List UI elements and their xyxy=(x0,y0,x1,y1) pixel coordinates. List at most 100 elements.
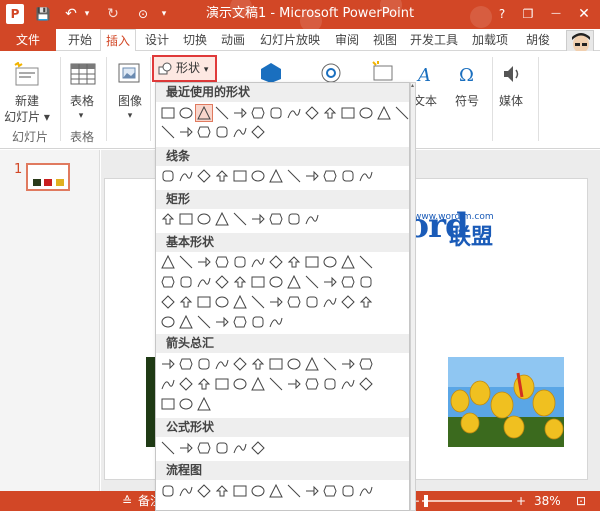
zoom-slider-thumb[interactable] xyxy=(424,495,428,507)
shape-item-rectangles[interactable] xyxy=(232,211,248,227)
shape-item-recent[interactable] xyxy=(195,104,213,122)
shape-item-equation[interactable] xyxy=(160,440,176,456)
shape-item-equation[interactable] xyxy=(214,440,230,456)
shape-item-basic[interactable] xyxy=(340,254,356,270)
image-dropdown-icon[interactable]: ▾ xyxy=(125,108,135,124)
shape-item-arrows[interactable] xyxy=(160,396,176,412)
shape-item-arrows[interactable] xyxy=(340,356,356,372)
shape-item-basic[interactable] xyxy=(196,294,212,310)
tab-slideshow[interactable]: 幻灯片放映 xyxy=(254,29,326,51)
shape-item-recent[interactable] xyxy=(214,105,230,121)
shape-item-lines[interactable] xyxy=(178,168,194,184)
tab-developer[interactable]: 开发工具 xyxy=(406,29,462,51)
shape-item-basic[interactable] xyxy=(160,274,176,290)
shape-item-rectangles[interactable] xyxy=(214,211,230,227)
shape-item-lines[interactable] xyxy=(358,168,374,184)
media-button[interactable]: 媒体 xyxy=(494,93,528,109)
shape-item-basic[interactable] xyxy=(196,314,212,330)
shape-item-recent[interactable] xyxy=(250,105,266,121)
shape-item-recent[interactable] xyxy=(304,105,320,121)
shape-item-recent[interactable] xyxy=(376,105,392,121)
help-button[interactable]: ? xyxy=(488,3,516,25)
tab-home[interactable]: 开始 xyxy=(62,29,98,51)
shape-item-arrows[interactable] xyxy=(196,376,212,392)
shape-item-rectangles[interactable] xyxy=(286,211,302,227)
shape-item-equation[interactable] xyxy=(250,440,266,456)
zoom-level[interactable]: 38% xyxy=(534,491,561,511)
shape-item-recent[interactable] xyxy=(394,105,410,121)
text-icon[interactable]: A xyxy=(413,62,437,86)
shape-item-arrows[interactable] xyxy=(304,356,320,372)
shape-item-recent[interactable] xyxy=(358,105,374,121)
tab-insert[interactable]: 插入 xyxy=(100,29,136,52)
shape-item-arrows[interactable] xyxy=(268,356,284,372)
shape-item-basic[interactable] xyxy=(358,294,374,310)
shape-item-arrows[interactable] xyxy=(340,376,356,392)
shape-item-basic[interactable] xyxy=(358,254,374,270)
shape-item-recent[interactable] xyxy=(268,105,284,121)
shape-item-flowchart[interactable] xyxy=(268,483,284,499)
shape-item-basic[interactable] xyxy=(232,274,248,290)
tab-user[interactable]: 胡俊 xyxy=(518,29,558,51)
shape-item-lines[interactable] xyxy=(286,168,302,184)
shape-item-basic[interactable] xyxy=(214,314,230,330)
undo-dropdown-icon[interactable]: ▾ xyxy=(82,4,92,24)
shape-item-recent[interactable] xyxy=(322,105,338,121)
zoom-slider[interactable] xyxy=(422,495,512,507)
tulip-image[interactable] xyxy=(448,357,564,447)
tab-design[interactable]: 设计 xyxy=(140,29,174,51)
table-dropdown-icon[interactable]: ▾ xyxy=(76,108,86,124)
image-icon[interactable] xyxy=(117,62,143,86)
shape-item-basic[interactable] xyxy=(250,254,266,270)
shape-item-lines[interactable] xyxy=(232,168,248,184)
shape-item-arrows[interactable] xyxy=(178,376,194,392)
shape-item-recent[interactable] xyxy=(214,124,230,140)
shape-item-basic[interactable] xyxy=(160,294,176,310)
shape-item-basic[interactable] xyxy=(322,294,338,310)
tab-review[interactable]: 审阅 xyxy=(330,29,364,51)
shape-item-basic[interactable] xyxy=(304,254,320,270)
shape-item-arrows[interactable] xyxy=(358,356,374,372)
minimize-button[interactable]: — xyxy=(542,3,570,25)
shape-item-arrows[interactable] xyxy=(250,376,266,392)
zoom-in-icon[interactable]: + xyxy=(516,491,526,511)
tab-file[interactable]: 文件 xyxy=(0,29,56,51)
shape-item-flowchart[interactable] xyxy=(196,483,212,499)
shape-item-basic[interactable] xyxy=(160,254,176,270)
gallery-scrollbar[interactable]: ▴ xyxy=(410,82,416,511)
shape-item-arrows[interactable] xyxy=(160,376,176,392)
shape-item-arrows[interactable] xyxy=(214,376,230,392)
shape-item-arrows[interactable] xyxy=(232,376,248,392)
tab-transitions[interactable]: 切换 xyxy=(178,29,212,51)
shapes-button[interactable]: 形状 ▾ xyxy=(152,55,217,82)
shape-item-arrows[interactable] xyxy=(358,376,374,392)
shape-item-arrows[interactable] xyxy=(286,356,302,372)
undo-icon[interactable]: ↶ xyxy=(62,4,80,24)
shape-item-basic[interactable] xyxy=(358,274,374,290)
media-icon[interactable] xyxy=(500,62,524,86)
shape-item-arrows[interactable] xyxy=(322,356,338,372)
shape-item-basic[interactable] xyxy=(232,314,248,330)
shape-item-basic[interactable] xyxy=(250,274,266,290)
shape-item-lines[interactable] xyxy=(304,168,320,184)
fit-slide-icon[interactable]: ⊡ xyxy=(576,491,586,511)
shape-item-basic[interactable] xyxy=(268,254,284,270)
shape-item-recent[interactable] xyxy=(160,124,176,140)
table-button[interactable]: 表格 xyxy=(66,93,98,109)
shape-item-basic[interactable] xyxy=(178,274,194,290)
notes-icon[interactable]: ≙ xyxy=(122,491,132,511)
shape-item-basic[interactable] xyxy=(304,294,320,310)
shape-item-rectangles[interactable] xyxy=(304,211,320,227)
symbol-button[interactable]: 符号 xyxy=(450,93,484,109)
shape-item-lines[interactable] xyxy=(250,168,266,184)
shape-item-basic[interactable] xyxy=(250,314,266,330)
ribbon-display-options-button[interactable]: ❐ xyxy=(514,3,542,25)
shape-item-basic[interactable] xyxy=(268,294,284,310)
shape-item-lines[interactable] xyxy=(322,168,338,184)
link-icon[interactable] xyxy=(320,62,342,84)
shape-item-lines[interactable] xyxy=(214,168,230,184)
shape-item-flowchart[interactable] xyxy=(358,483,374,499)
shape-item-recent[interactable] xyxy=(160,105,176,121)
shape-item-arrows[interactable] xyxy=(268,376,284,392)
shape-item-basic[interactable] xyxy=(304,274,320,290)
